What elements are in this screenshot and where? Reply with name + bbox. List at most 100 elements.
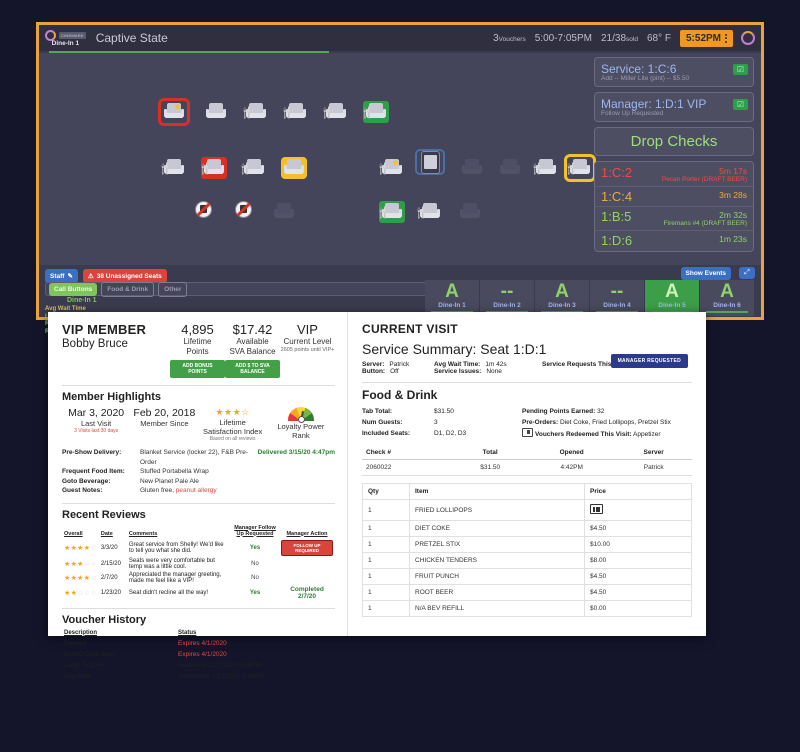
seat[interactable]: ★ [158,98,190,126]
manager-alert-confirm-button[interactable]: ☑ [733,99,748,110]
seat[interactable] [415,149,445,175]
staff-button[interactable]: Staff ✎ [45,269,78,283]
request-queue-row[interactable]: 1:C:2 5m 17s Pecan Porter (DRAFT BEER) [595,163,753,187]
seat[interactable]: 🍴 [198,157,227,179]
seat[interactable] [191,201,217,223]
cutlery-icon: 🍴 [564,163,578,175]
seat[interactable]: 🍴 [240,101,269,123]
reviews-column-header: Comments [128,530,158,537]
voucher-status: Expires 4/1/2020 [178,650,227,658]
current-level-block: VIP Current Level 2605 points until VIP+ [280,322,335,353]
zone-grade-tile[interactable]: -- Dine-In 2 [480,280,535,316]
drop-checks-button[interactable]: Drop Checks [594,127,754,156]
bottom-toolbar: Staff ✎ ⚠ 38 Unassigned Seats Show Event… [39,265,761,335]
divider-2 [62,502,335,504]
item-name: FRUIT PUNCH [409,568,585,585]
unassigned-seats-button[interactable]: ⚠ 38 Unassigned Seats [82,269,167,283]
seat[interactable]: 🍴 ★ [376,157,405,179]
cutlery-icon: 🍴 [360,107,374,119]
manager-requested-button[interactable]: MANAGER REQUESTED [610,354,688,368]
expand-icon[interactable]: ⤢ [739,267,755,279]
current-level-value: VIP [297,322,318,337]
service-alert-confirm-button[interactable]: ☑ [733,64,748,75]
seat[interactable] [281,157,307,179]
member-detail-key: Frequent Food Item: [62,468,125,475]
item-name: ROOT BEER [409,584,585,601]
filter-tab[interactable]: Call Buttons [49,282,98,296]
seat[interactable]: 🍴 [238,157,267,179]
seat[interactable]: 🍴 [158,157,187,179]
current-visit-heading: CURRENT VISIT [362,322,458,336]
seat[interactable]: 🍴 [320,101,349,123]
filter-tab[interactable]: Food & Drink [101,281,155,297]
loyalty-rank-block: Loyalty Power Rank [267,407,335,440]
check-column-header: Total [452,446,528,460]
page-title: Captive State [95,31,168,45]
member-detail-value: Blanket Service (locker 22), F&B Pre-Ord… [140,449,249,466]
seat[interactable] [231,201,257,223]
seat[interactable]: 🍴 [564,154,596,182]
seat[interactable]: 🍴 [280,101,309,123]
voucher-status: Redeemed 2/7/2020 6:54PM [178,661,262,669]
zone-grade-tile[interactable]: A Dine-In 1 [425,280,480,316]
reviews-body: ★★★★☆ 3/3/20 Great service from Shelly! We… [62,539,335,601]
seat[interactable] [203,101,229,123]
show-events-button[interactable]: Show Events [680,267,731,280]
check-row[interactable]: 2060022 $31.50 4:42PM Patrick [362,459,692,476]
tablet-icon[interactable] [421,151,440,174]
review-manager-action [279,571,335,585]
member-detail-row: Guest Notes: Gluten free, peanut allergy [62,486,335,496]
zone-grade-tile[interactable]: -- Dine-In 4 [590,280,645,316]
zone-grade-tile[interactable]: A Dine-In 5 [645,280,700,316]
seat[interactable] [459,157,485,179]
filter-tab[interactable]: Other [158,281,188,297]
zone-grade-bar[interactable]: A Dine-In 1 -- Dine-In 2 A Dine-In 3 -- Dine-In… [425,280,755,316]
voucher-row: Large Popcorn Redeemed 2/7/2020 6:54PM [62,660,335,671]
queue-time: 3m 28s [719,190,747,200]
add-to-sva-button[interactable]: ADD $ TO SVA BALANCE [225,360,280,378]
kebab-menu-icon[interactable] [725,33,727,43]
voucher-description: Appetizer [64,672,92,680]
clock-button[interactable]: 5:52PM [679,29,733,47]
zone-grade-tile[interactable]: A Dine-In 6 [700,280,755,316]
request-queue-row[interactable]: 1:B:5 2m 32s Firemans #4 (DRAFT BEER) [595,207,753,231]
member-detail-key: Goto Beverage: [62,477,111,485]
request-queue-row[interactable]: 1:D:6 1m 23s [595,231,753,250]
voucher-row: BOGO Draft Beer Expires 4/1/2020 [62,649,335,660]
reviews-column-header: Overall [64,530,83,537]
zone-grade-tile[interactable]: A Dine-In 3 [535,280,590,316]
seat[interactable]: 🍴 [376,201,405,223]
manager-alert-card[interactable]: Manager: 1:D:1 VIP Follow Up Requested ☑ [594,92,754,122]
queue-seat: 1:C:4 [601,189,633,204]
member-highlights-heading: Member Highlights [62,391,162,403]
last-visit-sub: 3 Visits last 30 days [74,428,119,434]
last-visit-date: Mar 3, 2020 [68,407,125,419]
seat-map[interactable]: ★ 🍴 🍴 🍴 🍴 🍴 🍴 🍴 🍴 ★ 🍴 🍴 🍴 🍴 Service: 1:C:6 Add -- Mil… [39,53,761,280]
cutlery-icon: 🍴 [158,163,172,175]
chair-icon [284,159,304,176]
avg-wait-value: 1m 42s [485,361,507,368]
follow-up-required-badge[interactable]: FOLLOW UP REQUIRED [281,539,333,556]
item-row: 1 DIET COKE $4.50 [362,520,692,537]
seat[interactable]: 🍴 [414,201,443,223]
seat[interactable]: 🍴 [360,101,389,123]
showtime-stat: 5:00-7:05PM [534,32,592,44]
cutlery-icon: 🍴 [376,207,390,219]
check-column-header: Check # [362,446,453,460]
loyalty-gauge-icon [287,407,314,423]
num-guests-row: Num Guests: 3 [362,417,522,428]
check-body: 2060022 $31.50 4:42PM Patrick [362,459,692,476]
item-price: $4.50 [584,568,692,585]
seat[interactable] [497,157,523,179]
seat[interactable] [271,201,297,223]
review-comment: Seat didn't recline all the way! [128,589,209,596]
reviews-column-header: Manager Action [286,530,328,537]
seat[interactable]: 🍴 [530,157,559,179]
service-alert-card[interactable]: Service: 1:C:6 Add -- Miller Lite (pint)… [594,57,754,87]
request-queue-row[interactable]: 1:C:4 3m 28s [595,187,753,207]
add-bonus-points-button[interactable]: ADD BONUS POINTS [170,360,225,378]
seat[interactable] [457,201,483,223]
satisfaction-block: ★★★☆ Lifetime Satisfaction Index Based o… [199,407,267,442]
queue-time: 2m 32s [719,210,747,220]
clock-label: 5:52PM [685,32,721,44]
